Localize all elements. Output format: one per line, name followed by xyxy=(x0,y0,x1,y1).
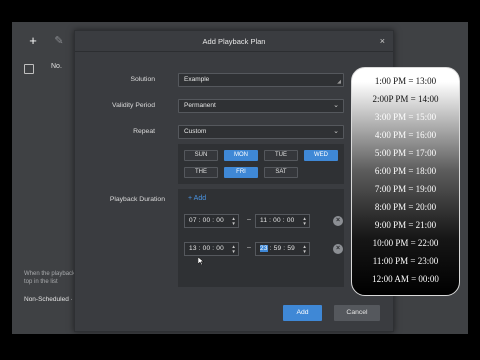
add-playback-plan-dialog: Add Playback Plan × Solution Example ◢ V… xyxy=(74,30,394,332)
resize-grip-icon: ◢ xyxy=(337,79,341,85)
playback-duration-panel: + Add 07 : 00 : 00 ▲ ▼ – 11 : 00 : 00 ▲ ▼ … xyxy=(178,189,344,287)
delete-range-icon[interactable]: × xyxy=(333,216,343,226)
day-wed[interactable]: WED xyxy=(304,150,338,161)
repeat-value: Custom xyxy=(184,128,207,135)
conversion-line: 1:00 PM = 13:00 xyxy=(374,76,437,86)
conversion-line: 12:00 AM = 00:00 xyxy=(372,274,439,284)
select-all-checkbox[interactable] xyxy=(24,64,34,74)
mouse-cursor-icon xyxy=(198,257,204,265)
day-sat[interactable]: SAT xyxy=(264,167,298,178)
conversion-line: 4:00 PM = 16:00 xyxy=(374,130,437,140)
dialog-title: Add Playback Plan xyxy=(202,37,266,46)
range-separator: – xyxy=(247,244,251,251)
validity-period-select[interactable]: Permanent ⌄ xyxy=(178,99,344,113)
start-time-value: 13 : 00 : 00 xyxy=(189,245,224,252)
conversion-line: 2:00P PM = 14:00 xyxy=(372,94,439,104)
end-hour-selected[interactable]: 23 xyxy=(260,245,268,252)
solution-input[interactable]: Example ◢ xyxy=(178,73,344,87)
day-thu[interactable]: THE xyxy=(184,167,218,178)
day-mon[interactable]: MON xyxy=(224,150,258,161)
day-tue[interactable]: TUE xyxy=(264,150,298,161)
repeat-select[interactable]: Custom ⌄ xyxy=(178,125,344,139)
conversion-line: 11:00 PM = 23:00 xyxy=(372,256,439,266)
spinner-icon[interactable]: ▲ ▼ xyxy=(302,216,307,226)
cancel-button[interactable]: Cancel xyxy=(334,305,380,321)
spinner-icon[interactable]: ▲ ▼ xyxy=(231,244,236,254)
day-sun[interactable]: SUN xyxy=(184,150,218,161)
spinner-icon[interactable]: ▲ ▼ xyxy=(231,216,236,226)
conversion-line: 10:00 PM = 22:00 xyxy=(372,238,439,248)
conversion-line: 7:00 PM = 19:00 xyxy=(374,184,437,194)
start-time-input-1[interactable]: 07 : 00 : 00 ▲ ▼ xyxy=(184,214,239,228)
chevron-down-icon: ⌄ xyxy=(333,128,339,135)
end-time-value: 11 : 00 : 00 xyxy=(260,217,295,224)
column-header-no: No. xyxy=(51,63,62,70)
add-button[interactable]: Add xyxy=(283,305,322,321)
delete-range-icon[interactable]: × xyxy=(333,244,343,254)
repeat-label: Repeat xyxy=(133,128,155,135)
conversion-line: 8:00 PM = 20:00 xyxy=(374,202,437,212)
start-time-input-2[interactable]: 13 : 00 : 00 ▲ ▼ xyxy=(184,242,239,256)
range-separator: – xyxy=(247,216,251,223)
solution-label: Solution xyxy=(130,76,155,83)
time-conversion-overlay: 1:00 PM = 13:00 2:00P PM = 14:00 3:00 PM… xyxy=(351,67,460,296)
edit-icon[interactable]: ✎ xyxy=(52,34,66,48)
spinner-icon[interactable]: ▲ ▼ xyxy=(302,244,307,254)
conversion-line: 3:00 PM = 15:00 xyxy=(374,112,437,122)
close-icon[interactable]: × xyxy=(380,36,385,46)
weekday-selector: SUN MON TUE WED THE FRI SAT xyxy=(178,144,344,184)
end-time-input-1[interactable]: 11 : 00 : 00 ▲ ▼ xyxy=(255,214,310,228)
end-time-rest: : 59 : 59 xyxy=(269,245,295,252)
conversion-line: 6:00 PM = 18:00 xyxy=(374,166,437,176)
validity-period-label: Validity Period xyxy=(112,102,155,109)
add-icon[interactable]: + xyxy=(26,34,40,48)
non-scheduled-label: Non-Scheduled · xyxy=(24,296,73,303)
chevron-down-icon: ⌄ xyxy=(333,102,339,109)
add-duration-link[interactable]: + Add xyxy=(188,195,206,202)
conversion-line: 9:00 PM = 21:00 xyxy=(374,220,437,230)
dialog-header: Add Playback Plan × xyxy=(75,31,393,52)
end-time-input-2[interactable]: 23 : 59 : 59 ▲ ▼ xyxy=(255,242,310,256)
conversion-line: 5:00 PM = 17:00 xyxy=(374,148,437,158)
start-time-value: 07 : 00 : 00 xyxy=(189,217,224,224)
solution-value: Example xyxy=(184,76,210,83)
playback-duration-label: Playback Duration xyxy=(109,196,165,203)
validity-period-value: Permanent xyxy=(184,102,216,109)
day-fri[interactable]: FRI xyxy=(224,167,258,178)
